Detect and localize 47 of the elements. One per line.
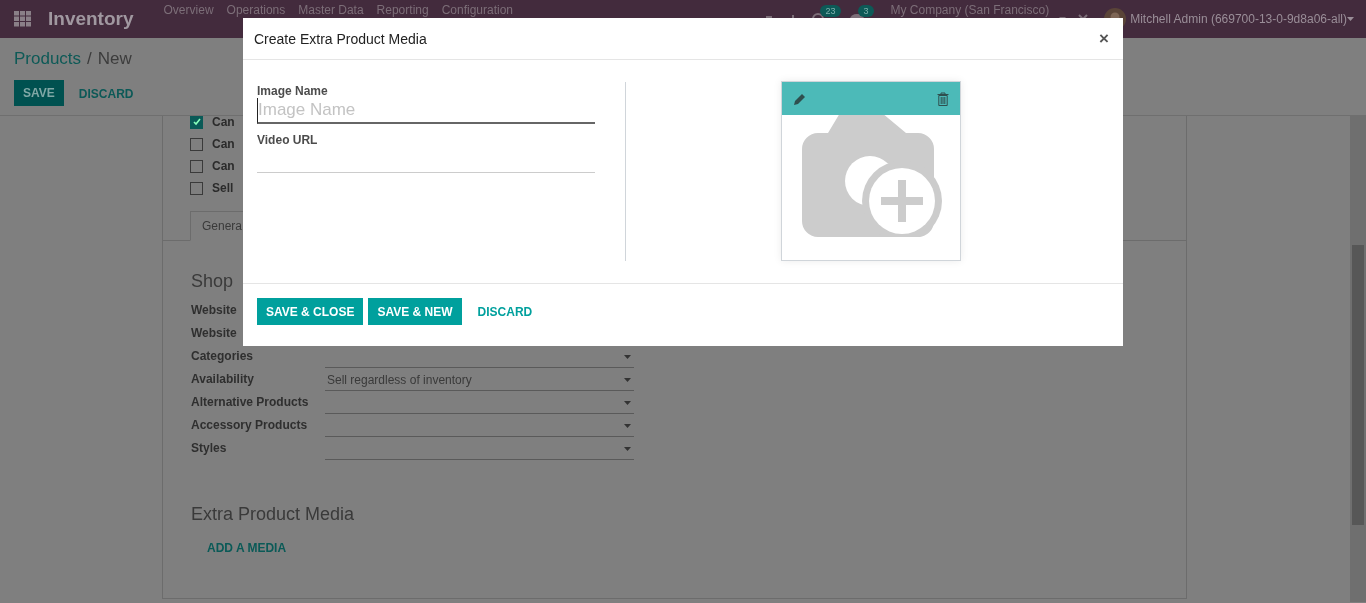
breadcrumb-current: New — [97, 49, 132, 69]
checkbox[interactable] — [190, 159, 203, 173]
trash-icon[interactable] — [937, 91, 949, 106]
input-field[interactable]: Image Name — [257, 98, 595, 124]
company-switcher[interactable]: My Company (San Francisco) — [890, 3, 1050, 17]
field-label: Alternative Products — [191, 394, 309, 409]
dropdown-field[interactable]: Sell regardless of inventory — [325, 370, 634, 391]
menu-item[interactable]: Configuration — [441, 3, 514, 17]
section-title: Extra Product Media — [191, 504, 356, 525]
discard-button[interactable]: DISCARD — [67, 80, 145, 107]
message-count-badge: 3 — [858, 5, 874, 17]
breadcrumb-link[interactable]: Products — [14, 49, 82, 69]
close-button[interactable]: × — [1095, 28, 1113, 49]
field-label: Website — [191, 325, 237, 340]
save-button[interactable]: SAVE & CLOSE — [257, 298, 364, 325]
field-label: Website — [191, 302, 237, 317]
section-title: Shop — [191, 271, 235, 292]
field-label: Styles — [191, 440, 227, 455]
add-media-link[interactable]: ADD A MEDIA — [207, 541, 287, 555]
dialog-title: Create Extra Product Media — [254, 30, 427, 47]
menu-item[interactable]: Master Data — [298, 3, 364, 17]
checkbox-label: Can — [212, 159, 235, 173]
activity-count-badge: 23 — [820, 5, 841, 17]
menu-item[interactable]: Overview — [163, 3, 214, 17]
apps-grid-icon[interactable] — [14, 11, 32, 27]
save-button[interactable]: SAVE — [14, 80, 64, 106]
checkbox[interactable] — [190, 116, 203, 129]
scrollbar[interactable] — [1350, 116, 1366, 602]
checkbox-label: Sell — [212, 181, 234, 195]
field-label: Image Name — [257, 84, 329, 98]
checkbox[interactable] — [190, 181, 203, 195]
user-menu[interactable]: Mitchell Admin (669700-13-0-9d8a06-all) — [1130, 12, 1347, 26]
pencil-icon[interactable] — [793, 91, 807, 106]
field-label: Accessory Products — [191, 417, 308, 432]
app-title: Inventory — [48, 8, 134, 30]
checkbox[interactable] — [190, 137, 203, 151]
breadcrumb-separator: / — [87, 49, 92, 69]
discard-button[interactable]: DISCARD — [466, 298, 544, 325]
menu-item[interactable]: Operations — [226, 3, 286, 17]
camera-plus-icon[interactable] — [802, 115, 942, 237]
save-button[interactable]: SAVE & NEW — [368, 298, 462, 325]
field-label: Categories — [191, 348, 254, 363]
field-label: Video URL — [257, 133, 319, 147]
checkbox-label: Can — [212, 137, 235, 151]
menu-item[interactable]: Reporting — [376, 3, 429, 17]
checkbox-label: Can — [212, 116, 235, 129]
field-label: Availability — [191, 371, 254, 386]
